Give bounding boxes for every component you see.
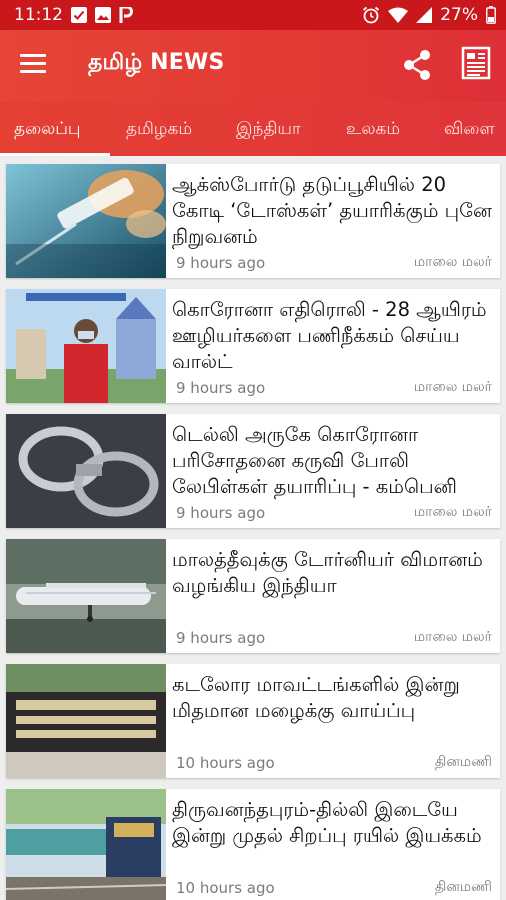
app-title: தமிழ் NEWS bbox=[88, 50, 225, 75]
news-thumbnail bbox=[6, 164, 166, 278]
tab-headlines[interactable]: தலைப்பு bbox=[14, 102, 81, 156]
share-icon[interactable] bbox=[400, 48, 434, 86]
news-time: 9 hours ago bbox=[176, 504, 266, 522]
news-source: மாலை மலர் bbox=[413, 254, 492, 270]
news-card[interactable]: கொரோனா எதிரொலி - 28 ஆயிரம் ஊழியர்களை பணி… bbox=[6, 289, 500, 403]
news-source: மாலை மலர் bbox=[413, 379, 492, 395]
signal-icon bbox=[416, 7, 433, 23]
news-card[interactable]: திருவனந்தபுரம்-தில்லி இடையே இன்று முதல் … bbox=[6, 789, 500, 900]
check-icon bbox=[71, 7, 87, 23]
news-time: 9 hours ago bbox=[176, 379, 266, 397]
category-tabs: தலைப்பு தமிழகம் இந்தியா உலகம் விளை bbox=[0, 102, 506, 156]
image-icon bbox=[95, 7, 111, 23]
news-card[interactable]: மாலத்தீவுக்கு டோர்னியர் விமானம் வழங்கிய … bbox=[6, 539, 500, 653]
news-thumbnail bbox=[6, 414, 166, 528]
news-card[interactable]: ஆக்ஸ்போர்டு தடுப்பூசியில் 20 கோடி ‘டோஸ்க… bbox=[6, 164, 500, 278]
app-bar: தமிழ் NEWS bbox=[0, 30, 506, 102]
wifi-icon bbox=[388, 7, 409, 23]
news-thumbnail bbox=[6, 539, 166, 653]
menu-icon[interactable] bbox=[20, 52, 48, 76]
tab-sports[interactable]: விளை bbox=[444, 102, 495, 156]
parking-icon bbox=[119, 7, 133, 23]
news-headline: கொரோனா எதிரொலி - 28 ஆயிரம் ஊழியர்களை பணி… bbox=[172, 298, 487, 373]
news-headline: கடலோர மாவட்டங்களில் இன்று மிதமான மழைக்கு… bbox=[172, 673, 460, 722]
news-source: மாலை மலர் bbox=[413, 504, 492, 520]
tab-tamilnadu[interactable]: தமிழகம் bbox=[126, 102, 192, 156]
tab-india[interactable]: இந்தியா bbox=[236, 102, 301, 156]
news-thumbnail bbox=[6, 789, 166, 900]
news-feed[interactable]: ஆக்ஸ்போர்டு தடுப்பூசியில் 20 கோடி ‘டோஸ்க… bbox=[0, 156, 506, 900]
news-source: மாலை மலர் bbox=[413, 629, 492, 645]
news-time: 10 hours ago bbox=[176, 754, 275, 772]
news-time: 9 hours ago bbox=[176, 629, 266, 647]
alarm-icon bbox=[362, 6, 380, 24]
battery-percent: 27% bbox=[440, 5, 478, 25]
news-card[interactable]: கடலோர மாவட்டங்களில் இன்று மிதமான மழைக்கு… bbox=[6, 664, 500, 778]
news-source: தினமணி bbox=[434, 879, 492, 895]
news-thumbnail bbox=[6, 289, 166, 403]
news-headline: மாலத்தீவுக்கு டோர்னியர் விமானம் வழங்கிய … bbox=[172, 548, 483, 597]
news-headline: ஆக்ஸ்போர்டு தடுப்பூசியில் 20 கோடி ‘டோஸ்க… bbox=[172, 173, 492, 248]
news-source: தினமணி bbox=[434, 754, 492, 770]
status-bar: 11:12 27% bbox=[0, 0, 506, 30]
battery-icon bbox=[486, 6, 496, 24]
status-time: 11:12 bbox=[14, 5, 63, 25]
news-thumbnail bbox=[6, 664, 166, 778]
news-time: 10 hours ago bbox=[176, 879, 275, 897]
news-card[interactable]: டெல்லி அருகே கொரோனா பரிசோதனை கருவி போலி … bbox=[6, 414, 500, 528]
news-headline: திருவனந்தபுரம்-தில்லி இடையே இன்று முதல் … bbox=[172, 798, 482, 847]
newspaper-icon[interactable] bbox=[460, 46, 492, 84]
tab-world[interactable]: உலகம் bbox=[346, 102, 400, 156]
news-headline: டெல்லி அருகே கொரோனா பரிசோதனை கருவி போலி … bbox=[172, 423, 457, 498]
news-time: 9 hours ago bbox=[176, 254, 266, 272]
